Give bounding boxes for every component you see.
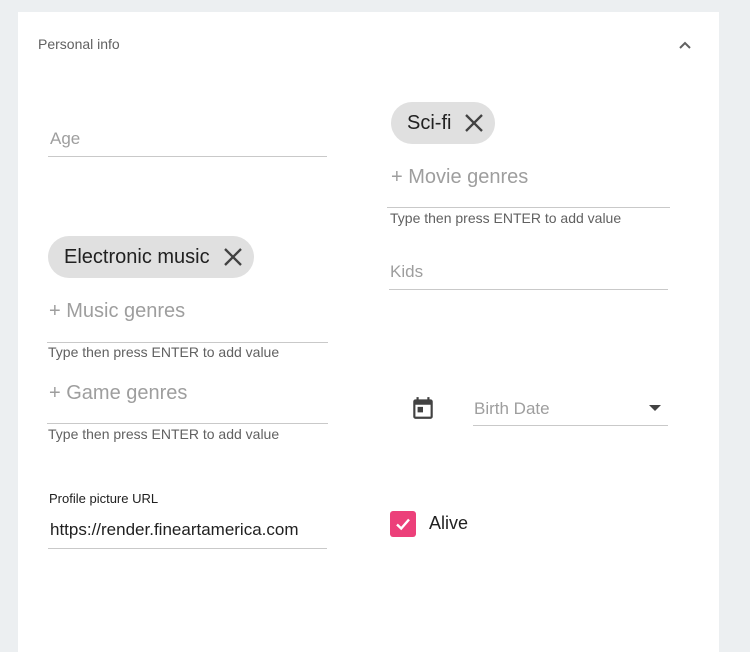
alive-label: Alive: [429, 513, 469, 533]
calendar-icon[interactable]: [410, 395, 436, 421]
profile-picture-label: Profile picture URL: [49, 491, 159, 506]
game-genres-underline: [47, 423, 328, 424]
music-genres-helper: Type then press ENTER to add value: [48, 344, 280, 360]
movie-genres-underline: [387, 207, 670, 208]
alive-checkbox[interactable]: [390, 511, 416, 537]
chevron-up-icon: [679, 41, 691, 49]
music-genres-input[interactable]: + Music genres: [49, 300, 185, 323]
movie-genres-input[interactable]: + Movie genres: [391, 166, 528, 189]
collapse-button[interactable]: [674, 36, 696, 54]
profile-picture-url-input[interactable]: [50, 520, 328, 540]
personal-info-card: Personal info Age Sci-fi + Movie genres …: [18, 12, 719, 652]
game-genres-helper: Type then press ENTER to add value: [48, 426, 280, 442]
age-field[interactable]: Age: [48, 126, 327, 158]
movie-genres-helper: Type then press ENTER to add value: [390, 210, 622, 226]
section-title: Personal info: [38, 36, 120, 52]
caret-down-icon: [649, 405, 661, 411]
chip-sci-fi: Sci-fi: [391, 102, 496, 144]
chip-label: Sci-fi: [407, 111, 452, 134]
age-label: Age: [50, 129, 81, 148]
birth-date-label: Birth Date: [474, 399, 550, 418]
birth-date-underline: [473, 425, 668, 426]
chip-electronic-music: Electronic music: [48, 236, 254, 278]
close-icon[interactable]: [222, 246, 244, 268]
age-underline: [48, 156, 327, 157]
kids-label: Kids: [390, 262, 424, 281]
game-genres-input[interactable]: + Game genres: [49, 382, 187, 405]
profile-picture-underline: [48, 548, 327, 549]
close-icon[interactable]: [463, 112, 485, 134]
chip-label: Electronic music: [64, 245, 210, 268]
check-icon: [396, 518, 410, 531]
kids-underline: [389, 289, 668, 290]
music-genres-underline: [47, 342, 328, 343]
birth-date-select[interactable]: Birth Date: [473, 394, 668, 426]
kids-field[interactable]: Kids: [389, 259, 668, 291]
